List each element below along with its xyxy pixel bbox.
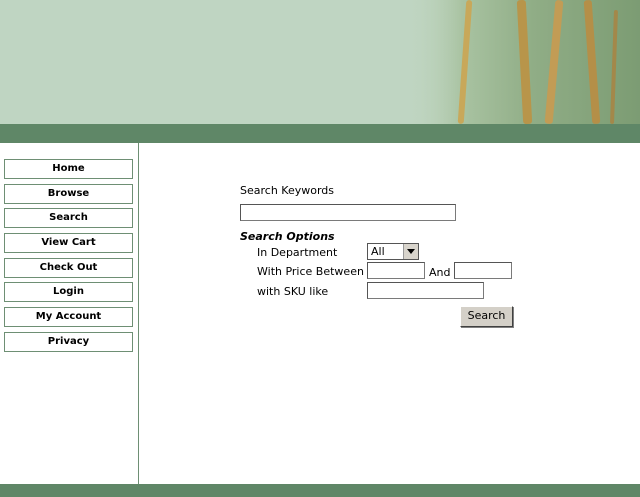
nav-privacy[interactable]: Privacy <box>4 331 133 352</box>
price-label: With Price Between <box>257 265 364 278</box>
nav-login[interactable]: Login <box>4 282 133 303</box>
chevron-down-icon[interactable] <box>403 244 418 259</box>
top-bar <box>0 124 640 143</box>
nav-my-account[interactable]: My Account <box>4 307 133 328</box>
header-banner <box>0 0 640 124</box>
search-button[interactable]: Search <box>460 306 513 327</box>
nav-home[interactable]: Home <box>4 159 133 179</box>
sku-input[interactable] <box>367 282 484 299</box>
price-and-label: And <box>429 266 451 279</box>
nav-browse[interactable]: Browse <box>4 183 133 204</box>
sidebar-nav: Home Browse Search View Cart Check Out L… <box>4 159 133 357</box>
bottom-bar <box>0 484 640 497</box>
search-options-title: Search Options <box>240 230 335 243</box>
keywords-label: Search Keywords <box>240 184 334 197</box>
price-min-input[interactable] <box>367 262 425 279</box>
sku-label: with SKU like <box>257 285 329 298</box>
department-select[interactable]: All <box>367 243 419 260</box>
grass-photo <box>402 0 640 124</box>
nav-search[interactable]: Search <box>4 208 133 229</box>
keywords-input[interactable] <box>240 204 456 221</box>
nav-view-cart[interactable]: View Cart <box>4 233 133 254</box>
price-max-input[interactable] <box>454 262 512 279</box>
department-label: In Department <box>257 246 338 259</box>
department-select-value: All <box>371 245 385 258</box>
nav-check-out[interactable]: Check Out <box>4 257 133 278</box>
sidebar-divider <box>138 143 139 484</box>
